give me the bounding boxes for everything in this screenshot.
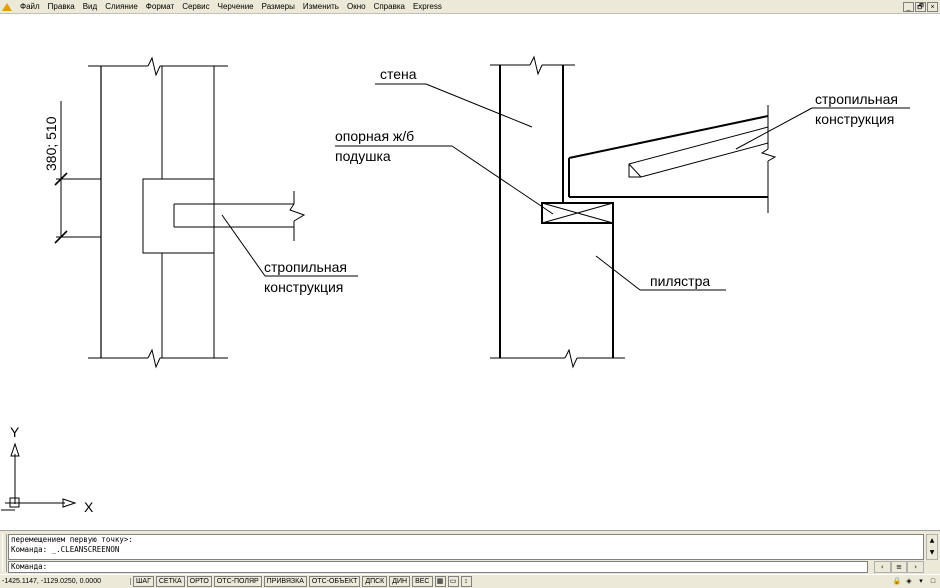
horizontal-scrollbar[interactable]: ‹ ≡ › (874, 561, 925, 573)
menu-dimension[interactable]: Размеры (258, 2, 299, 11)
toggle-snap[interactable]: ШАГ (133, 576, 154, 587)
restore-button[interactable]: 🗗 (915, 1, 926, 12)
scroll-thumb[interactable]: ≡ (890, 561, 908, 573)
right-support-pad (541, 202, 614, 224)
right-rafter-label-1: стропильная (815, 91, 898, 107)
right-rafter-label-2: конструкция (815, 111, 894, 127)
minimize-button[interactable]: _ (903, 1, 914, 12)
right-rafter (568, 105, 777, 213)
drawing-svg: 380; 510 стропильная конструкция стена о… (1, 55, 910, 515)
left-support-pad (142, 178, 215, 254)
menu-draw[interactable]: Черчение (214, 2, 258, 11)
command-grip[interactable] (2, 534, 7, 572)
lock-icon[interactable]: 🔒 (892, 577, 902, 587)
model-icon[interactable]: ▦ (434, 576, 446, 587)
app-icon[interactable] (2, 2, 12, 12)
toggle-polar[interactable]: ОТС-ПОЛЯР (213, 576, 262, 587)
scroll-left-icon[interactable]: ‹ (874, 561, 891, 573)
right-wall (490, 55, 625, 369)
tray-icons: 🔒 ◈ ▾ □ (892, 577, 938, 587)
coordinates-readout[interactable]: -1425.1147, -1129.0250, 0.0000 (0, 578, 131, 585)
dimension-text: 380; 510 (43, 116, 59, 171)
scroll-right-icon[interactable]: › (907, 561, 925, 573)
toggle-otrack[interactable]: ОТС-ОБЪЕКТ (308, 576, 361, 587)
toggle-lweight[interactable]: ВЕС (412, 576, 433, 587)
history-line-1: перемещением первую точку>: (11, 535, 133, 544)
menu-edit[interactable]: Правка (44, 2, 79, 11)
drawing-canvas[interactable]: 380; 510 стропильная конструкция стена о… (0, 13, 940, 530)
communication-icon[interactable]: ◈ (904, 577, 914, 587)
status-bar: -1425.1147, -1129.0250, 0.0000 ШАГ СЕТКА… (0, 574, 940, 588)
window-controls: _ 🗗 × (903, 1, 938, 12)
menu-window[interactable]: Окно (343, 2, 370, 11)
menu-tools[interactable]: Сервис (178, 2, 213, 11)
menu-modify[interactable]: Изменить (299, 2, 343, 11)
menu-merge[interactable]: Слияние (101, 2, 142, 11)
annotation-icon[interactable]: ↕ (460, 576, 472, 587)
left-wall (88, 56, 228, 369)
menu-format[interactable]: Формат (142, 2, 178, 11)
left-rafter (173, 191, 306, 241)
clean-screen-icon[interactable]: □ (928, 577, 938, 587)
command-input[interactable]: Команда: (8, 561, 868, 573)
left-rafter-label-2: конструкция (264, 279, 343, 295)
ucs-x-label: X (84, 499, 94, 515)
toggle-dyn[interactable]: ДИН (389, 576, 411, 587)
ucs-icon (1, 442, 77, 511)
left-rafter-label-1: стропильная (264, 259, 347, 275)
command-window: перемещением первую точку>: Команда: _.C… (0, 530, 940, 574)
ucs-y-label: Y (10, 424, 20, 440)
tray-menu-icon[interactable]: ▾ (916, 577, 926, 587)
pad-label-1: опорная ж/б (335, 128, 414, 144)
menu-bar: Файл Правка Вид Слияние Формат Сервис Че… (0, 0, 940, 13)
history-line-2: Команда: _.CLEANSCREENON (11, 545, 120, 554)
history-scrollbar[interactable]: ▲ ▼ (926, 534, 938, 560)
toggle-ducs[interactable]: ДПСК (362, 576, 388, 587)
toggle-osnap[interactable]: ПРИВЯЗКА (263, 576, 307, 587)
close-button[interactable]: × (927, 1, 938, 12)
dimension-line (54, 101, 101, 244)
menu-express[interactable]: Express (409, 2, 446, 11)
wall-label: стена (380, 66, 417, 82)
layout-icon[interactable]: ▭ (447, 576, 459, 587)
toggle-grid[interactable]: СЕТКА (155, 576, 185, 587)
toggle-ortho[interactable]: ОРТО (186, 576, 212, 587)
menu-view[interactable]: Вид (79, 2, 101, 11)
menu-file[interactable]: Файл (16, 2, 44, 11)
command-history: перемещением первую точку>: Команда: _.C… (8, 534, 924, 560)
pilaster-label: пилястра (650, 273, 710, 289)
pad-label-2: подушка (335, 148, 391, 164)
menu-help[interactable]: Справка (370, 2, 409, 11)
